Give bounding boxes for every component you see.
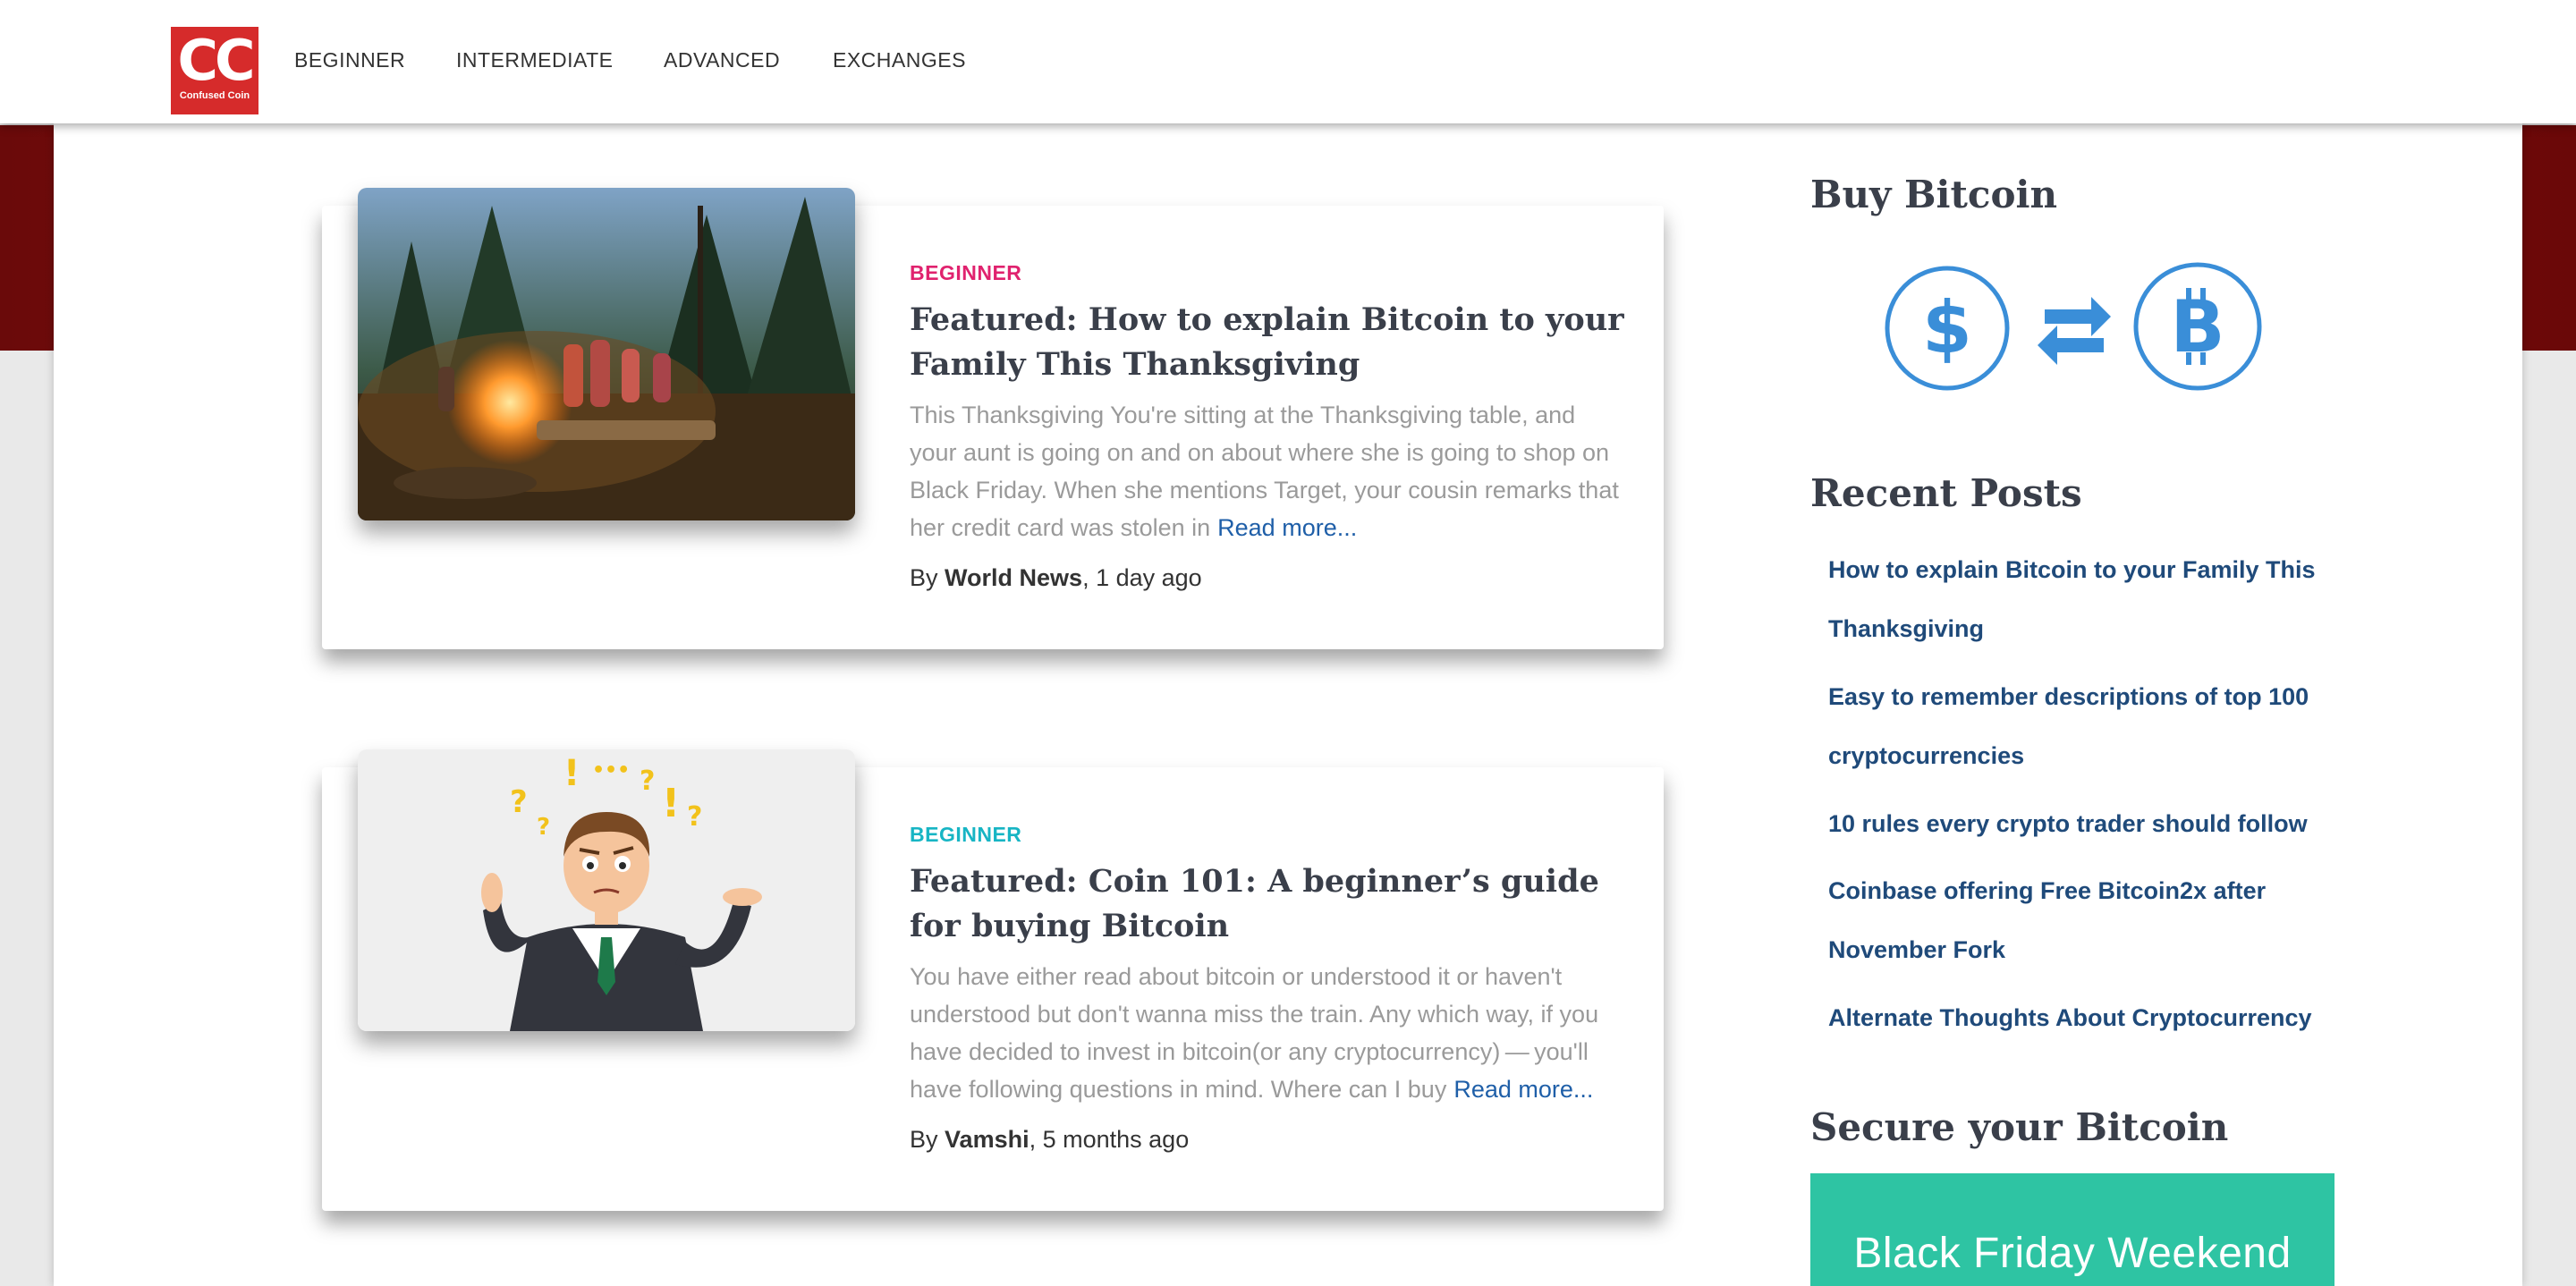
- nav-exchanges[interactable]: EXCHANGES: [833, 48, 966, 72]
- svg-text:?: ?: [687, 801, 702, 833]
- nav-beginner[interactable]: BEGINNER: [294, 48, 405, 72]
- recent-posts-heading: Recent Posts: [1810, 471, 2082, 515]
- post-author[interactable]: Vamshi: [945, 1126, 1030, 1153]
- post-text: BEGINNER Featured: How to explain Bitcoi…: [910, 261, 1628, 592]
- post-category[interactable]: BEGINNER: [910, 261, 1628, 285]
- logo-mark: CC: [177, 28, 255, 93]
- post-card: ? ! ••• ? ! ? ? BEGINNER Featured: Coin …: [322, 749, 1664, 1211]
- recent-post-link[interactable]: 10 rules every crypto trader should foll…: [1828, 794, 2347, 853]
- post-thumbnail-confused-man[interactable]: ? ! ••• ? ! ? ?: [358, 749, 855, 1031]
- byline-prefix: By: [910, 564, 938, 591]
- byline-prefix: By: [910, 1126, 938, 1153]
- post-date: , 1 day ago: [1082, 564, 1202, 591]
- logo-subtitle: Confused Coin: [179, 90, 250, 101]
- svg-text:$: $: [1922, 286, 1972, 369]
- promo-text: Black Friday Weekend: [1853, 1230, 2292, 1277]
- recent-post-link[interactable]: Easy to remember descriptions of top 100…: [1828, 667, 2347, 785]
- svg-text:?: ?: [640, 766, 655, 797]
- campfire-photo: [358, 188, 855, 520]
- svg-text:?: ?: [537, 814, 550, 841]
- bitcoin-icon[interactable]: B: [2132, 261, 2263, 392]
- svg-text:?: ?: [510, 784, 528, 820]
- svg-text:•••: •••: [592, 759, 630, 782]
- read-more-link[interactable]: Read more...: [1217, 514, 1357, 541]
- post-excerpt: This Thanksgiving You're sitting at the …: [910, 396, 1628, 546]
- top-navbar: CC Confused Coin BEGINNER INTERMEDIATE A…: [0, 0, 2576, 123]
- confused-man-illustration: ? ! ••• ? ! ? ?: [358, 749, 855, 1031]
- buy-bitcoin-heading: Buy Bitcoin: [1810, 173, 2057, 216]
- post-byline: By Vamshi, 5 months ago: [910, 1126, 1628, 1154]
- post-text: BEGINNER Featured: Coin 101: A beginner’…: [910, 823, 1628, 1154]
- brand-logo[interactable]: CC Confused Coin: [171, 27, 258, 114]
- post-card: BEGINNER Featured: How to explain Bitcoi…: [322, 188, 1664, 649]
- nav-advanced[interactable]: ADVANCED: [664, 48, 780, 72]
- svg-text:B: B: [2171, 285, 2225, 368]
- svg-text:!: !: [564, 753, 580, 794]
- read-more-link[interactable]: Read more...: [1453, 1076, 1593, 1103]
- secure-bitcoin-heading: Secure your Bitcoin: [1810, 1105, 2229, 1149]
- post-author[interactable]: World News: [945, 564, 1082, 591]
- nav-intermediate[interactable]: INTERMEDIATE: [456, 48, 614, 72]
- post-category[interactable]: BEGINNER: [910, 823, 1628, 847]
- svg-text:!: !: [662, 781, 680, 826]
- post-title[interactable]: Featured: Coin 101: A beginner’s guide f…: [910, 859, 1628, 949]
- post-excerpt: You have either read about bitcoin or un…: [910, 958, 1628, 1108]
- exchange-arrows-icon: [2036, 295, 2113, 367]
- post-date: , 5 months ago: [1029, 1126, 1190, 1153]
- post-thumbnail-campfire[interactable]: [358, 188, 855, 520]
- dollar-icon[interactable]: $: [1884, 265, 2011, 392]
- recent-post-link[interactable]: Coinbase offering Free Bitcoin2x after N…: [1828, 861, 2347, 979]
- recent-post-link[interactable]: Alternate Thoughts About Cryptocurrency: [1828, 988, 2347, 1047]
- promo-banner[interactable]: Black Friday Weekend: [1810, 1173, 2334, 1286]
- post-title[interactable]: Featured: How to explain Bitcoin to your…: [910, 298, 1628, 387]
- recent-post-link[interactable]: How to explain Bitcoin to your Family Th…: [1828, 540, 2347, 658]
- post-byline: By World News, 1 day ago: [910, 564, 1628, 592]
